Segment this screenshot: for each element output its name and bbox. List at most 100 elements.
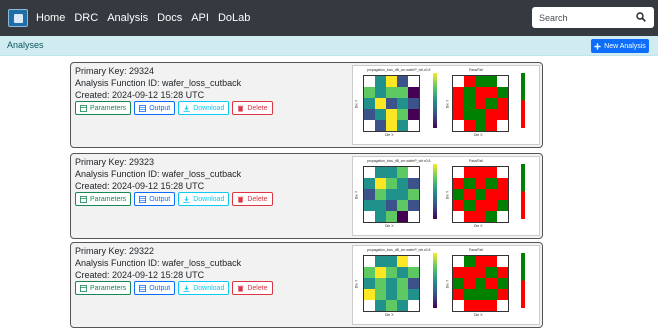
passfail-cell bbox=[475, 76, 486, 87]
passfail-cell bbox=[475, 189, 486, 200]
passfail-cell bbox=[486, 289, 497, 300]
heatmap-cell bbox=[397, 109, 408, 120]
heatmap-cell bbox=[397, 300, 408, 311]
heatmap-cell bbox=[386, 98, 397, 109]
page-title: Analyses bbox=[7, 40, 44, 50]
passfail-cell bbox=[464, 76, 475, 87]
loss-heatmap bbox=[363, 75, 420, 132]
output-button[interactable]: Output bbox=[134, 281, 176, 295]
analysis-info: Primary Key: 29322 Analysis Function ID:… bbox=[75, 245, 241, 281]
heatmap-cell bbox=[364, 300, 375, 311]
passfail-cell bbox=[497, 178, 508, 189]
heatmap-cell bbox=[375, 87, 386, 98]
primary-key: Primary Key: 29323 bbox=[75, 157, 155, 167]
download-button[interactable]: Download bbox=[178, 281, 230, 295]
sliders-icon bbox=[80, 284, 87, 292]
heatmap-cell bbox=[375, 189, 386, 200]
nav-analysis[interactable]: Analysis bbox=[107, 12, 148, 24]
analysis-card-0: Primary Key: 29324 Analysis Function ID:… bbox=[70, 62, 543, 148]
passfail-cell bbox=[475, 278, 486, 289]
output-button[interactable]: Output bbox=[134, 101, 176, 115]
passfail-cell bbox=[464, 211, 475, 222]
heatmap-cell bbox=[397, 178, 408, 189]
action-buttons: Parameters Output Download Delete bbox=[75, 101, 273, 115]
delete-button[interactable]: Delete bbox=[232, 192, 273, 206]
loss-map-xlabel: Die X bbox=[385, 224, 394, 228]
heatmap-cell bbox=[408, 98, 419, 109]
heatmap-cell bbox=[375, 120, 386, 131]
nav-home[interactable]: Home bbox=[36, 12, 65, 24]
analysis-card-1: Primary Key: 29323 Analysis Function ID:… bbox=[70, 153, 543, 239]
search-icon[interactable] bbox=[636, 12, 646, 22]
heatmap-cell bbox=[408, 109, 419, 120]
heatmap-cell bbox=[364, 167, 375, 178]
passfail-cell bbox=[464, 178, 475, 189]
heatmap-cell bbox=[397, 200, 408, 211]
passfail-cell bbox=[497, 267, 508, 278]
passfail-cell bbox=[453, 189, 464, 200]
heatmap-cell bbox=[397, 189, 408, 200]
delete-button[interactable]: Delete bbox=[232, 281, 273, 295]
passfail-cell bbox=[464, 267, 475, 278]
logo-icon[interactable] bbox=[8, 9, 28, 27]
passfail-cell bbox=[453, 98, 464, 109]
heatmap-cell bbox=[408, 267, 419, 278]
passfail-cell bbox=[453, 109, 464, 120]
passfail-cell bbox=[486, 200, 497, 211]
table-icon bbox=[139, 284, 147, 292]
heatmap-cell bbox=[397, 87, 408, 98]
search-box bbox=[532, 7, 654, 28]
heatmap-cell bbox=[386, 289, 397, 300]
analysis-card-2: Primary Key: 29322 Analysis Function ID:… bbox=[70, 242, 543, 328]
heatmap-cell bbox=[397, 267, 408, 278]
parameters-button[interactable]: Parameters bbox=[75, 192, 132, 206]
passfail-cell bbox=[475, 211, 486, 222]
passfail-cell bbox=[453, 76, 464, 87]
nav-api[interactable]: API bbox=[191, 12, 209, 24]
passfail-cell bbox=[453, 120, 464, 131]
new-analysis-button[interactable]: New Analysis bbox=[591, 39, 649, 53]
wafer-map-figure[interactable]: propagation_loss_dB_cm waferP_wfr.x0.8 D… bbox=[352, 245, 540, 325]
loss-map-title: propagation_loss_dB_cm waferP_wfr.x0.8 bbox=[367, 68, 431, 72]
primary-key: Primary Key: 29322 bbox=[75, 246, 155, 256]
plus-icon bbox=[594, 42, 601, 50]
passfail-cell bbox=[475, 256, 486, 267]
wafer-map-figure[interactable]: propagation_loss_dB_cm waferP_wfr.x0.8 D… bbox=[352, 65, 540, 145]
passfail-cell bbox=[486, 300, 497, 311]
search-input[interactable] bbox=[539, 12, 629, 23]
passfail-cell bbox=[475, 178, 486, 189]
download-button[interactable]: Download bbox=[178, 101, 230, 115]
loss-map-title: propagation_loss_dB_cm waferP_wfr.x0.8 bbox=[367, 248, 431, 252]
passfail-xlabel: Die X bbox=[474, 313, 483, 317]
download-icon bbox=[183, 284, 190, 292]
output-label: Output bbox=[149, 104, 171, 112]
passfail-cell bbox=[497, 76, 508, 87]
heatmap-cell bbox=[386, 167, 397, 178]
delete-button[interactable]: Delete bbox=[232, 101, 273, 115]
analysis-function: Analysis Function ID: wafer_loss_cutback bbox=[75, 169, 242, 179]
passfail-cell bbox=[475, 109, 486, 120]
nav-drc[interactable]: DRC bbox=[74, 12, 98, 24]
output-label: Output bbox=[149, 284, 171, 292]
download-button[interactable]: Download bbox=[178, 192, 230, 206]
parameters-button[interactable]: Parameters bbox=[75, 281, 132, 295]
passfail-cell bbox=[453, 211, 464, 222]
heatmap-cell bbox=[397, 278, 408, 289]
heatmap-cell bbox=[408, 300, 419, 311]
analysis-function: Analysis Function ID: wafer_loss_cutback bbox=[75, 78, 242, 88]
loss-map-ylabel: Die Y bbox=[354, 190, 359, 200]
parameters-button[interactable]: Parameters bbox=[75, 101, 132, 115]
nav-dolab[interactable]: DoLab bbox=[218, 12, 250, 24]
output-button[interactable]: Output bbox=[134, 192, 176, 206]
heatmap-cell bbox=[364, 98, 375, 109]
heatmap-cell bbox=[375, 211, 386, 222]
heatmap-cell bbox=[386, 267, 397, 278]
heatmap-cell bbox=[408, 256, 419, 267]
passfail-cell bbox=[486, 278, 497, 289]
wafer-map-figure[interactable]: propagation_loss_dB_cm waferP_wfr.x0.8 D… bbox=[352, 156, 540, 236]
nav-docs[interactable]: Docs bbox=[157, 12, 182, 24]
action-buttons: Parameters Output Download Delete bbox=[75, 281, 273, 295]
passfail-cell bbox=[453, 256, 464, 267]
table-icon bbox=[139, 104, 147, 112]
passfail-cell bbox=[453, 267, 464, 278]
